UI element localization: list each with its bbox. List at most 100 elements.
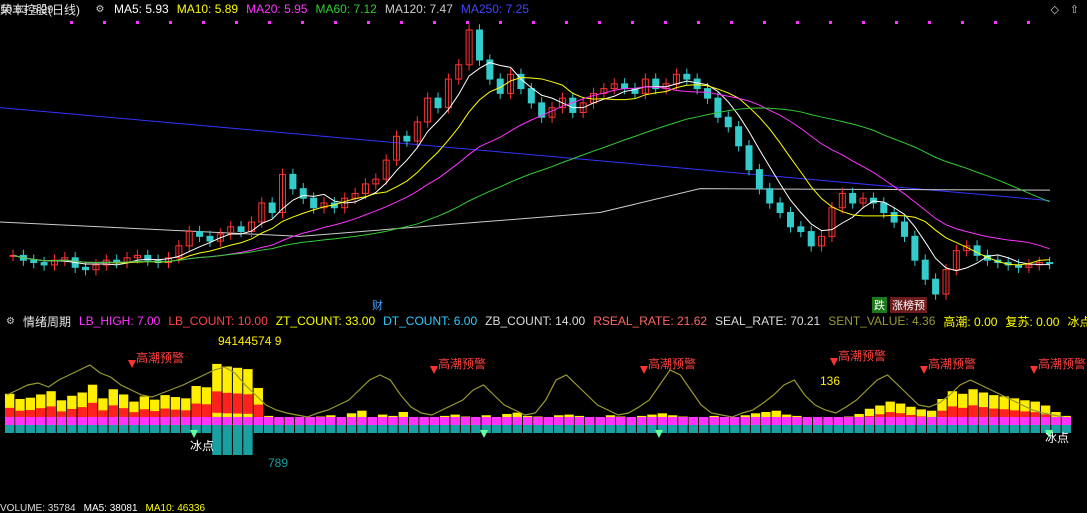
indicator-bar-seal	[958, 417, 968, 425]
indicator-bar-dt	[533, 425, 543, 433]
indicator-bar-seal	[253, 417, 263, 425]
indicator-bar-seal	[512, 417, 522, 425]
indicator-bar-dt	[605, 425, 616, 433]
indicator-bar-dt	[15, 425, 25, 433]
indicator-header: ⚙ 情绪周期 LB_HIGH: 7.00 LB_COUNT: 10.00 ZT_…	[0, 312, 1087, 330]
indicator-bar-dt	[813, 425, 823, 433]
indicator-bar-dt	[253, 425, 263, 433]
bingdian-label: 冰点: 0.00	[1067, 314, 1087, 329]
indicator-bar-seal	[833, 417, 844, 425]
price-chart[interactable]	[0, 18, 1087, 312]
indicator-bar-dt	[471, 425, 481, 433]
signal-dot	[697, 21, 700, 24]
signal-dot	[466, 21, 469, 24]
candle	[786, 212, 794, 228]
indicator-bar-dt	[750, 425, 761, 433]
limit-up-list-marker[interactable]: 涨榜预	[890, 297, 927, 313]
indicator-bar-seal	[481, 417, 491, 425]
signal-dot	[433, 21, 436, 24]
indicator-bar-dt	[989, 425, 999, 433]
indicator-bar-seal	[129, 417, 139, 425]
lb-high-label: LB_HIGH: 7.00	[78, 314, 161, 328]
signal-dot	[499, 21, 502, 24]
indicator-bar-dt	[616, 425, 626, 433]
indicator-bar-dt	[823, 425, 833, 433]
ma250-label: MA250: 7.25	[460, 2, 529, 16]
zt-count-label: ZT_COUNT: 33.00	[275, 314, 376, 328]
indicator-title[interactable]: 情绪周期	[23, 313, 71, 330]
candle	[849, 192, 857, 204]
indicator-bar-seal	[926, 417, 937, 425]
indicator-bar-dt	[201, 425, 212, 433]
indicator-bar-dt	[460, 425, 471, 433]
candle	[1046, 262, 1054, 265]
volume-header: VOLUME: 35784 MA5: 38081 MA10: 46336	[0, 503, 1087, 513]
indicator-bar-dt	[56, 425, 67, 433]
candle	[310, 197, 318, 209]
indicator-bar-seal	[1051, 417, 1061, 425]
ma20-label: MA20: 5.95	[246, 2, 308, 16]
indicator-bar-dt	[315, 425, 326, 433]
indicator-bar-dt	[761, 425, 771, 433]
candle	[745, 145, 753, 171]
indicator-bar-seal	[585, 417, 595, 425]
financial-report-marker[interactable]: 财	[370, 297, 385, 313]
indicator-chart[interactable]: 高潮预警 高潮预警 高潮预警高潮预警高潮预警 高潮预警冰点冰点789136941445…	[0, 330, 1087, 502]
indicator-bar-dt	[585, 425, 595, 433]
indicator-bar-seal	[719, 417, 730, 425]
indicator-bar-lb	[232, 393, 243, 414]
indicator-bar-seal	[1040, 417, 1051, 425]
warning-gem-icon	[430, 366, 438, 374]
indicator-bar-seal	[699, 417, 709, 425]
signal-dot	[103, 21, 106, 24]
ma60-line	[12, 107, 1050, 264]
candle	[704, 88, 712, 99]
indicator-bar-seal	[781, 417, 792, 425]
candle	[693, 78, 701, 90]
candle	[403, 135, 411, 142]
indicator-bar-seal	[502, 417, 512, 425]
indicator-bar-seal	[98, 417, 108, 425]
indicator-bar-seal	[895, 417, 906, 425]
settings-gear-icon[interactable]: ⚙	[6, 315, 15, 327]
indicator-bar-seal	[522, 417, 533, 425]
stock-title[interactable]: 荣丰控股(日线)	[0, 1, 80, 18]
arrow-icon[interactable]: ⇧	[1070, 3, 1079, 16]
indicator-bar-dt	[429, 425, 440, 433]
indicator-bar-seal	[429, 417, 440, 425]
settings-gear-icon[interactable]: ⚙	[94, 3, 106, 15]
indicator-bar-lb	[201, 404, 212, 418]
indicator-bar-dt	[906, 425, 916, 433]
zt-value-text: 136	[820, 374, 840, 388]
indicator-bar-seal	[802, 417, 813, 425]
candle	[901, 221, 909, 237]
indicator-bar-dt	[243, 425, 253, 455]
drop-marker[interactable]: 跌	[872, 297, 887, 313]
indicator-bar-dt	[771, 425, 781, 433]
indicator-bar-dt	[222, 425, 232, 455]
indicator-bar-seal	[170, 417, 181, 425]
indicator-bar-seal	[77, 417, 87, 425]
diamond-icon[interactable]: ◇	[1051, 3, 1059, 16]
dt-value-text: 789	[268, 456, 288, 470]
indicator-bar-seal	[626, 417, 636, 425]
candle	[932, 278, 940, 295]
indicator-bar-seal	[409, 417, 419, 425]
candle	[714, 97, 722, 118]
indicator-bar-seal	[440, 417, 450, 425]
signal-dot	[532, 21, 535, 24]
indicator-bar-seal	[761, 417, 771, 425]
indicator-bar-dt	[678, 425, 688, 433]
indicator-bar-dt	[170, 425, 181, 433]
indicator-bar-dt	[802, 425, 813, 433]
indicator-bar-dt	[491, 425, 502, 433]
indicator-bar-dt	[844, 425, 854, 433]
candle	[755, 169, 763, 190]
indicator-bar-seal	[5, 417, 15, 425]
indicator-bar-lb	[46, 406, 56, 419]
indicator-bar-seal	[222, 417, 232, 425]
indicator-bar-seal	[357, 417, 367, 425]
indicator-bar-seal	[533, 417, 543, 425]
indicator-bar-seal	[315, 417, 326, 425]
candle	[766, 188, 774, 204]
